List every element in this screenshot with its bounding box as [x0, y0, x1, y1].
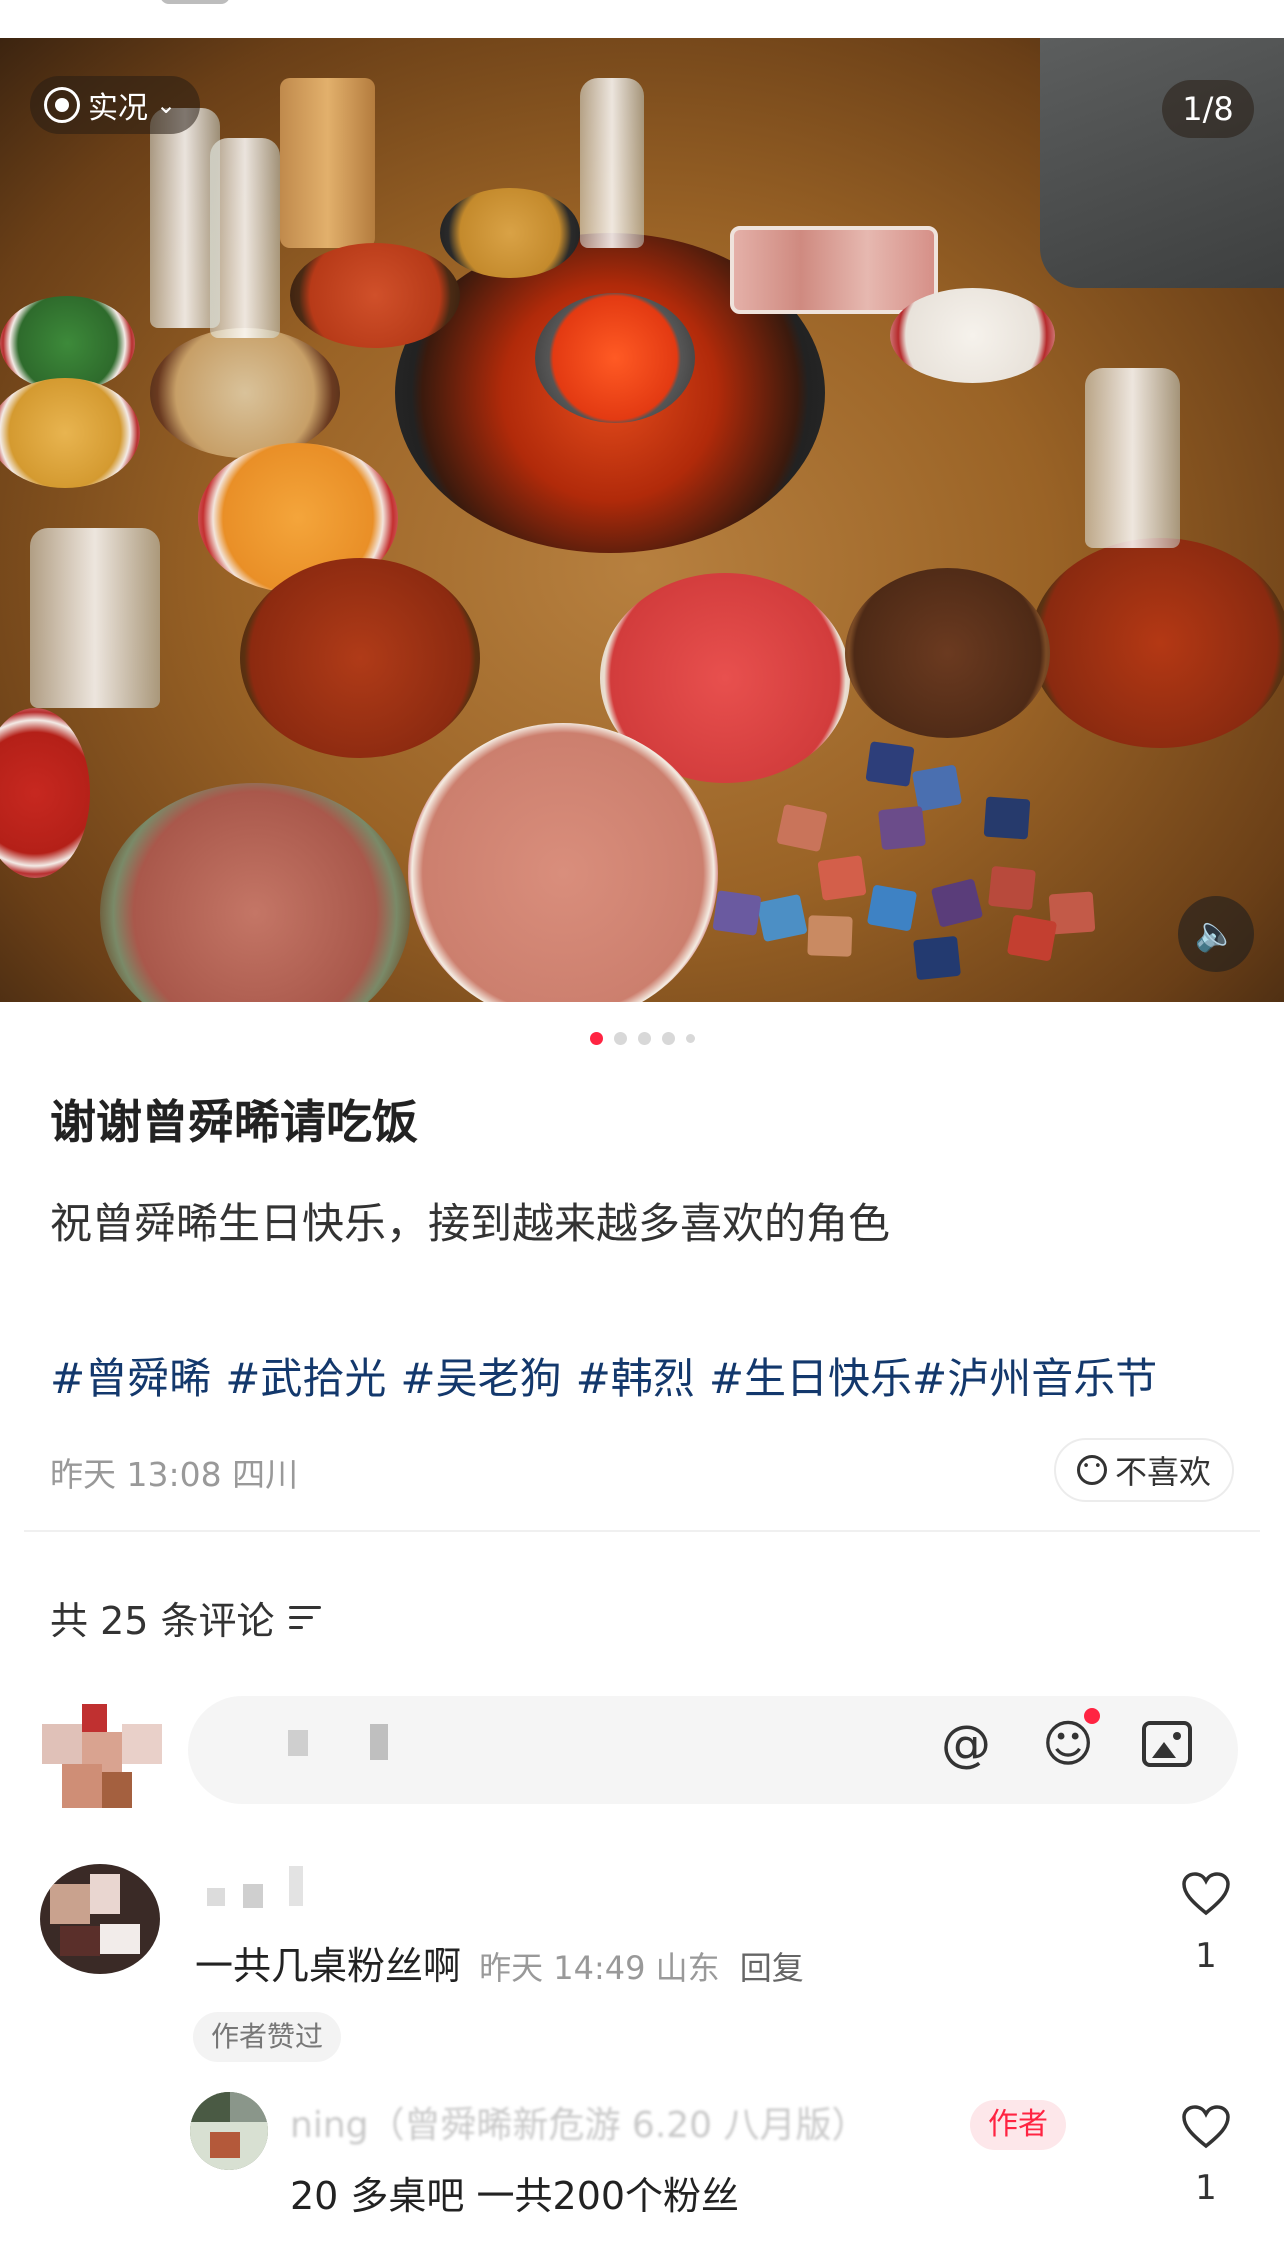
photo-card [878, 805, 926, 851]
dislike-button[interactable]: • • 不喜欢 [1054, 1438, 1234, 1502]
like-count: 1 [1195, 2168, 1217, 2208]
sort-icon[interactable] [288, 1604, 323, 1632]
photo-chopstick-holder [280, 78, 375, 248]
chevron-down-icon: ⌄ [156, 91, 177, 119]
dish [730, 226, 938, 314]
hotpot-inner [535, 293, 695, 423]
pager-dot [637, 1032, 651, 1045]
dish [290, 243, 460, 348]
heart-icon[interactable] [1181, 2104, 1231, 2150]
reply-button[interactable]: 回复 [740, 1949, 804, 1987]
pager-dot [613, 1032, 627, 1045]
username-text: ning（曾舜晞新危游 6.20 八月版） [290, 2105, 868, 2146]
photo-card [807, 915, 853, 957]
comment-input[interactable]: @ ☺ [188, 1696, 1238, 1804]
dish [240, 558, 480, 758]
tag-link[interactable]: #吴老狗 [400, 1345, 561, 1406]
bottle [210, 138, 280, 338]
post-meta: 昨天 13:08 四川 [50, 1455, 299, 1494]
image-icon[interactable] [1142, 1716, 1198, 1772]
pager-dot [685, 1034, 695, 1043]
post-photo[interactable]: 实况 ⌄ 1/8 🔈 [0, 38, 1284, 1002]
tag-link[interactable]: #生日快乐#泸州音乐节 [709, 1345, 1157, 1406]
photo-card [712, 890, 762, 936]
bottle [30, 528, 160, 708]
pager-dot [661, 1032, 675, 1045]
avatar[interactable] [190, 2092, 268, 2170]
page-counter: 1/8 [1162, 80, 1254, 138]
comment-text[interactable]: 一共几桌粉丝啊 昨天 14:49 山东 回复 [195, 1935, 804, 1990]
live-label: 实况 [88, 91, 148, 126]
live-photo-toggle[interactable]: 实况 ⌄ [30, 76, 201, 134]
emoji-icon[interactable]: ☺ [1040, 1708, 1100, 1772]
live-icon [44, 87, 80, 123]
photo-card [756, 893, 808, 943]
photo-card [911, 764, 963, 812]
speaker-muted-icon: 🔈 [1194, 914, 1238, 954]
pager-dot-active [589, 1032, 603, 1045]
dish [1030, 538, 1284, 748]
dish [0, 708, 90, 878]
author-badge: 作者 [970, 2100, 1066, 2150]
tag-link[interactable]: #曾舜晞 [50, 1345, 211, 1406]
comment-count[interactable]: 共 25 条评论 [50, 1590, 323, 1645]
comment-body[interactable]: 20 多桌吧 一共200个粉丝 [290, 2165, 739, 2220]
blurred-placeholder [370, 1724, 388, 1760]
dish [890, 288, 1055, 383]
like-count: 1 [1195, 1936, 1217, 1976]
comment-meta: 昨天 14:49 山东 [479, 1949, 720, 1987]
photo-card [913, 935, 961, 981]
dish [0, 296, 135, 391]
comment-count-label: 共 25 条评论 [50, 1599, 275, 1643]
frown-face-icon: • • [1076, 1455, 1107, 1485]
bottle [1085, 368, 1180, 548]
bottle [580, 78, 644, 248]
photo-pager [0, 1032, 1284, 1045]
photo-card [866, 884, 918, 932]
photo-card [988, 865, 1036, 911]
comment-username-blurred[interactable]: ning（曾舜晞新危游 6.20 八月版） [290, 2096, 940, 2152]
tag-link[interactable]: #韩烈 [576, 1345, 695, 1406]
notification-dot [1084, 1708, 1100, 1724]
dish [100, 783, 410, 1002]
comment-body: 一共几桌粉丝啊 [195, 1944, 462, 1988]
tag-link[interactable]: #武拾光 [225, 1345, 386, 1406]
top-nub [160, 0, 230, 4]
author-liked-badge: 作者赞过 [193, 2012, 342, 2062]
photo-card [865, 741, 915, 787]
status-strip [0, 0, 1284, 38]
photo-card [817, 855, 867, 901]
photo-card [930, 878, 984, 928]
mute-button[interactable]: 🔈 [1178, 896, 1254, 972]
at-icon[interactable]: @ [938, 1716, 994, 1772]
photo-card [776, 803, 828, 853]
photo-wall [1040, 38, 1284, 288]
dish [0, 378, 140, 488]
photo-card [1006, 914, 1058, 962]
dish [845, 568, 1050, 738]
post-tags: #曾舜晞 #武拾光 #吴老狗 #韩烈 #生日快乐#泸州音乐节 [50, 1345, 1157, 1406]
photo-card [983, 796, 1031, 840]
post-body: 祝曾舜晞生日快乐，接到越来越多喜欢的角色 [50, 1199, 891, 1248]
blurred-placeholder [288, 1730, 308, 1756]
heart-icon[interactable] [1181, 1871, 1231, 1917]
divider [24, 1530, 1260, 1532]
my-avatar [42, 1704, 162, 1808]
dish [150, 328, 340, 458]
post-title: 谢谢曾舜晞请吃饭 [50, 1095, 418, 1149]
dish [440, 188, 580, 278]
dislike-label: 不喜欢 [1114, 1453, 1211, 1491]
avatar[interactable] [40, 1864, 160, 1974]
